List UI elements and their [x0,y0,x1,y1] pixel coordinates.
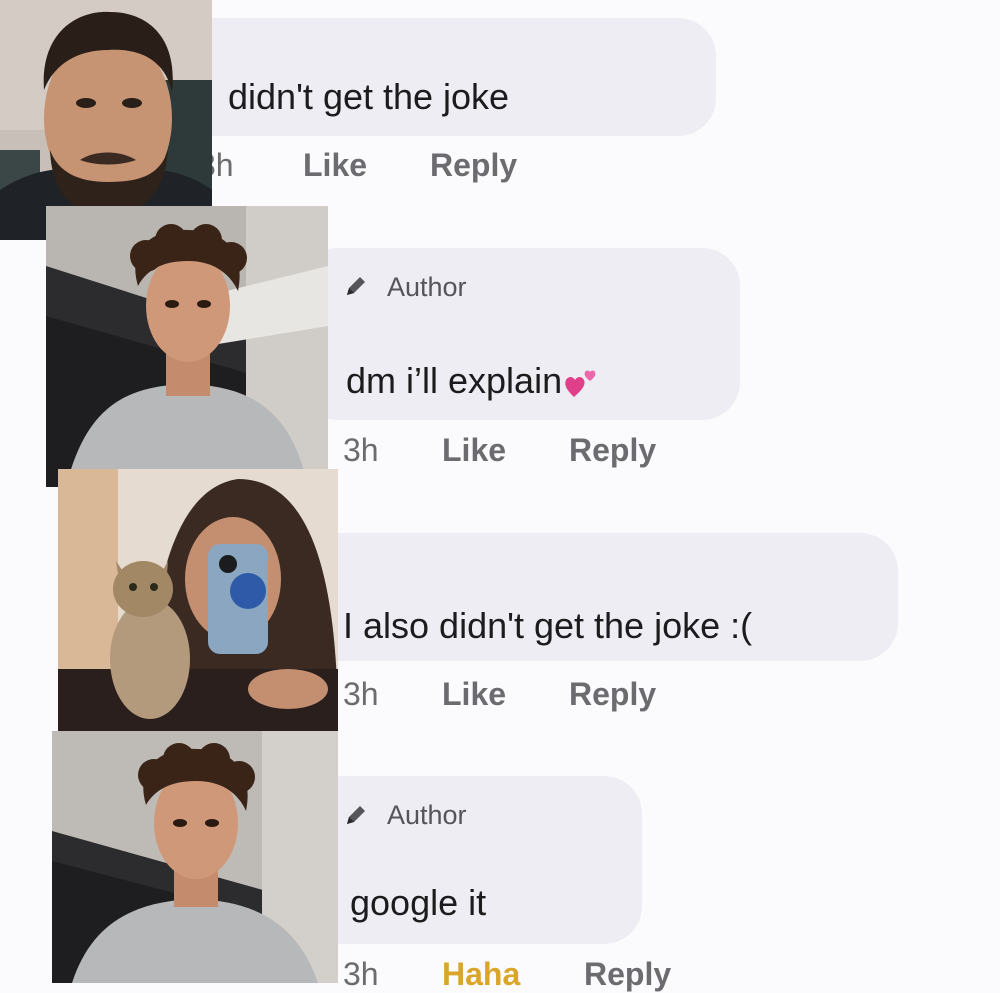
reply-button-2[interactable]: Reply [569,432,656,469]
comment-time-3: 3h [343,676,379,712]
avatar-photo-1 [0,0,212,240]
comment-time-2: 3h [343,432,379,468]
reply-button-1[interactable]: Reply [430,147,517,184]
haha-reaction-button[interactable]: Haha [442,956,520,993]
reply-button-3[interactable]: Reply [569,676,656,713]
comment-text-2: dm i’ll explain [346,360,600,402]
author-badge-2: Author [387,272,467,302]
comment-text-2-content: dm i’ll explain [346,360,563,401]
comment-text-1: didn't get the joke [228,76,510,117]
avatar-photo-4 [52,731,338,983]
like-button-1[interactable]: Like [303,147,367,184]
comment-text-4: google it [350,882,487,923]
comment-text-3: I also didn't get the joke :( [343,605,753,646]
comment-time-4: 3h [343,956,379,992]
avatar-photo-3 [58,469,338,731]
like-button-3[interactable]: Like [442,676,506,713]
author-badge-4: Author [387,800,467,830]
two-hearts-emoji [565,370,596,398]
reply-button-4[interactable]: Reply [584,956,671,993]
avatar-photo-2 [46,206,328,487]
pen-icon [347,806,365,824]
pen-icon [347,277,365,295]
like-button-2[interactable]: Like [442,432,506,469]
